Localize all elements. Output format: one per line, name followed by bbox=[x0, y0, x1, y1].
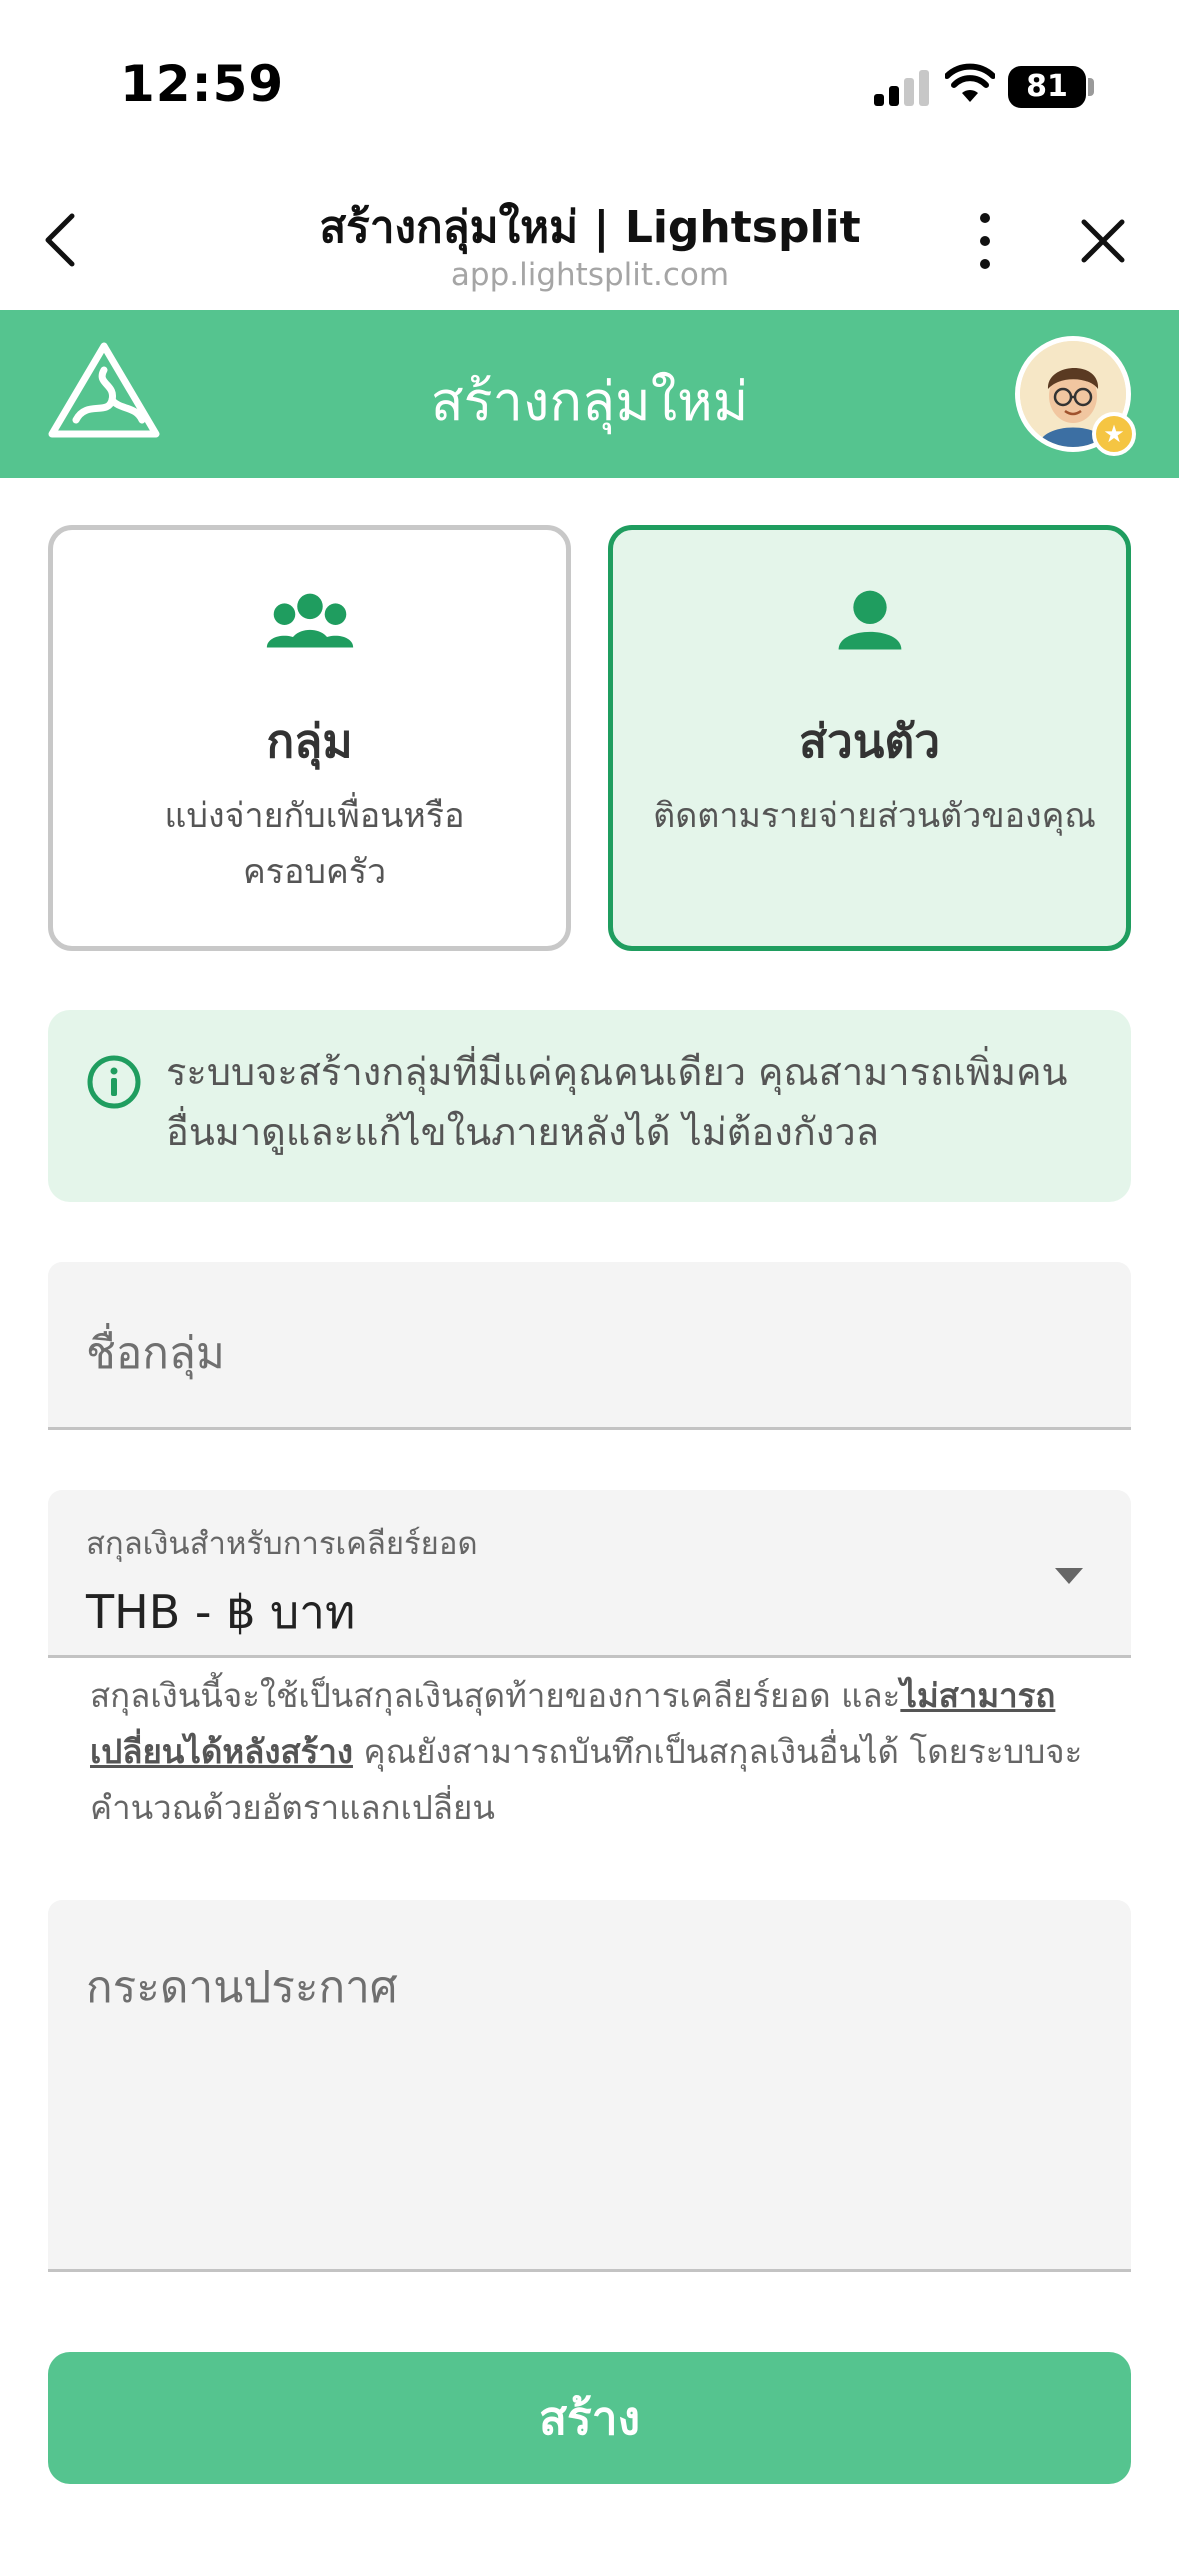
group-icon bbox=[266, 593, 354, 648]
info-text: ระบบจะสร้างกลุ่มที่มีแค่คุณคนเดียว คุณสา… bbox=[166, 1050, 1068, 1154]
group-name-placeholder: ชื่อกลุ่ม bbox=[86, 1328, 225, 1379]
mode-card-group[interactable]: กลุ่ม แบ่งจ่ายกับเพื่อนหรือครอบครัว bbox=[48, 525, 571, 951]
currency-label: สกุลเงินสำหรับการเคลียร์ยอด bbox=[86, 1526, 478, 1562]
create-button[interactable]: สร้าง bbox=[48, 2352, 1131, 2484]
browser-url[interactable]: app.lightsplit.com bbox=[200, 257, 980, 293]
app-header: สร้างกลุ่มใหม่ ★ bbox=[0, 310, 1179, 478]
wifi-icon bbox=[945, 63, 995, 102]
info-message: ระบบจะสร้างกลุ่มที่มีแค่คุณคนเดียว คุณสา… bbox=[48, 1010, 1131, 1202]
currency-helper-text: สกุลเงินนี้จะใช้เป็นสกุลเงินสุดท้ายของกา… bbox=[90, 1668, 1110, 1836]
browser-bar: สร้างกลุ่มใหม่ | Lightsplit app.lightspl… bbox=[0, 170, 1179, 310]
page: 12:59 81 สร้างกลุ่มใหม่ | Lightsplit app… bbox=[0, 0, 1179, 2556]
chevron-down-icon bbox=[1055, 1568, 1083, 1584]
notice-board-textarea[interactable]: กระดานประกาศ bbox=[48, 1900, 1131, 2272]
info-icon bbox=[87, 1055, 141, 1109]
currency-value: THB - ฿ บาท bbox=[86, 1585, 356, 1639]
close-icon[interactable] bbox=[1080, 218, 1126, 264]
battery-icon: 81 bbox=[1008, 66, 1086, 108]
person-icon bbox=[838, 590, 902, 650]
mode-card-personal[interactable]: ส่วนตัว ติดตามรายจ่ายส่วนตัวของคุณ bbox=[608, 525, 1131, 951]
currency-select[interactable]: สกุลเงินสำหรับการเคลียร์ยอด THB - ฿ บาท bbox=[48, 1490, 1131, 1658]
more-icon[interactable] bbox=[970, 210, 1000, 272]
browser-title: สร้างกลุ่มใหม่ | Lightsplit bbox=[319, 202, 861, 253]
currency-helper-prefix: สกุลเงินนี้จะใช้เป็นสกุลเงินสุดท้ายของกา… bbox=[90, 1676, 901, 1715]
group-name-input[interactable]: ชื่อกลุ่ม bbox=[48, 1262, 1131, 1430]
mode-title-group: กลุ่ม bbox=[266, 714, 353, 768]
signal-icon bbox=[874, 70, 930, 106]
star-badge-icon: ★ bbox=[1092, 412, 1136, 456]
page-title: สร้างกลุ่มใหม่ bbox=[430, 370, 749, 433]
mode-title-personal: ส่วนตัว bbox=[798, 714, 941, 768]
status-bar: 12:59 81 bbox=[0, 0, 1179, 170]
back-icon[interactable] bbox=[40, 210, 80, 270]
mode-description-personal: ติดตามรายจ่ายส่วนตัวของคุณ bbox=[653, 796, 1096, 836]
status-time: 12:59 bbox=[120, 55, 285, 113]
battery-tip bbox=[1088, 78, 1094, 96]
mode-description-group: แบ่งจ่ายกับเพื่อนหรือครอบครัว bbox=[164, 796, 465, 892]
notice-board-placeholder: กระดานประกาศ bbox=[86, 1962, 398, 2013]
